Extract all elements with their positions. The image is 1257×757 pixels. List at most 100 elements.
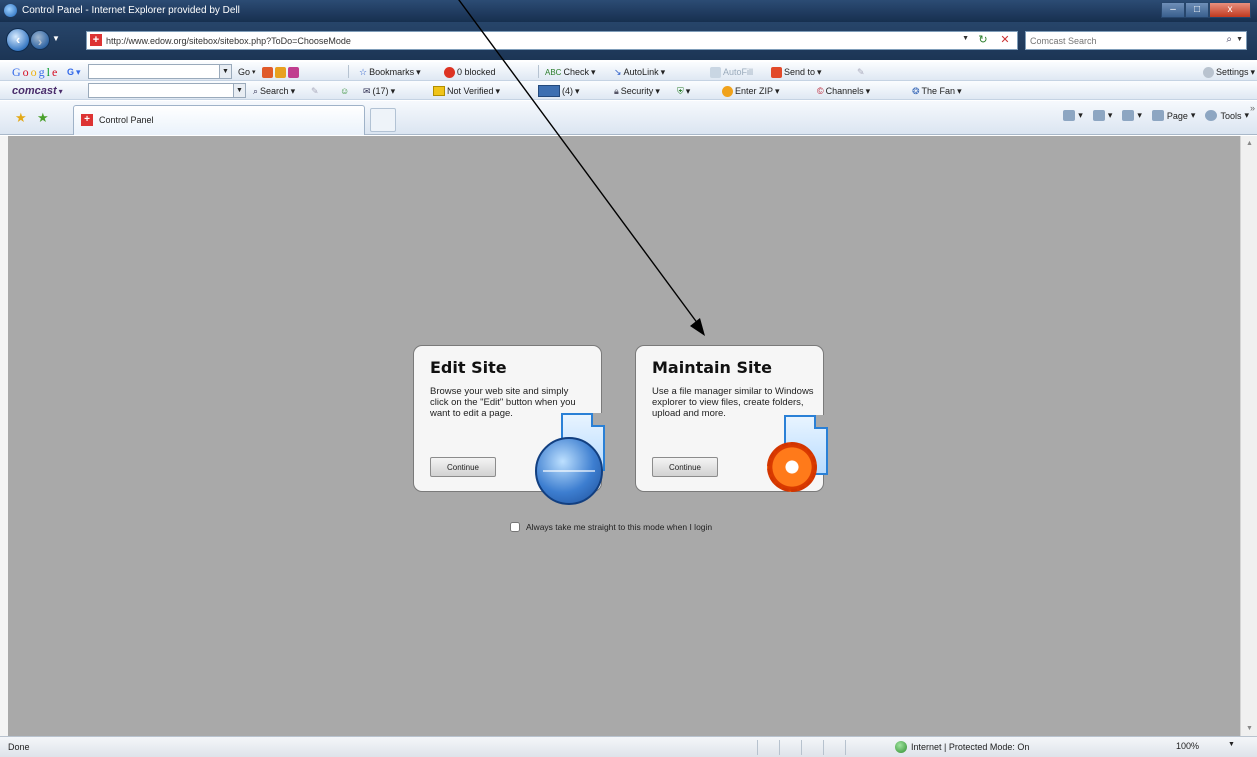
google-logo: Google xyxy=(12,64,58,79)
toolbar-overflow-icon[interactable]: » xyxy=(1250,103,1255,113)
enter-zip-button[interactable]: Enter ZIP ▾ xyxy=(722,84,780,98)
vertical-scrollbar[interactable]: ▲ ▼ xyxy=(1240,136,1257,736)
refresh-icon[interactable]: ↻ xyxy=(975,33,991,48)
pencil-icon[interactable]: ✎ xyxy=(857,65,865,79)
star-icon: ☆ xyxy=(359,66,368,77)
always-mode-checkbox-row[interactable]: Always take me straight to this mode whe… xyxy=(510,522,712,532)
stop-icon[interactable]: ✕ xyxy=(997,33,1013,48)
highlight-pen-icon[interactable]: ✎ xyxy=(311,84,319,98)
forward-arrow-icon: › xyxy=(37,34,43,49)
autolink-icon: ↘ xyxy=(614,66,622,77)
tab-favicon-icon: + xyxy=(81,114,93,126)
bookmarks-button[interactable]: ☆ Bookmarks ▾ xyxy=(359,65,421,79)
toolbar-separator xyxy=(538,65,539,78)
print-button[interactable]: ▾ xyxy=(1122,110,1142,121)
feeds-icon xyxy=(1092,110,1105,121)
settings-icon xyxy=(1203,66,1214,78)
not-verified-button[interactable]: Not Verified ▾ xyxy=(433,84,500,98)
search-input[interactable] xyxy=(1030,33,1210,48)
spell-check-button[interactable]: ABC Check ▾ xyxy=(545,65,596,79)
the-fan-button[interactable]: ❂ The Fan ▾ xyxy=(912,84,962,98)
toolbar-separator xyxy=(348,65,349,78)
google-settings-button[interactable]: Settings ▾ xyxy=(1203,65,1255,79)
favorites-star-icon[interactable]: ★ xyxy=(15,110,27,126)
status-panes xyxy=(757,740,867,755)
verification-flag-icon xyxy=(433,86,445,96)
history-dropdown-icon[interactable]: ▼ xyxy=(52,34,60,43)
status-text: Done xyxy=(8,742,30,752)
autofill-button[interactable]: AutoFill xyxy=(710,65,753,79)
gear-icon xyxy=(1205,110,1218,121)
scroll-up-icon[interactable]: ▲ xyxy=(1246,140,1253,147)
comcast-search-dropdown-icon[interactable]: ▼ xyxy=(233,84,245,97)
window-controls: – □ x xyxy=(1161,2,1251,18)
google-search-logo-button[interactable]: G ▾ xyxy=(67,65,81,79)
mail-button[interactable]: ✉ (17) ▾ xyxy=(363,84,395,98)
mail-icon: ✉ xyxy=(363,85,371,96)
zoom-dropdown-icon[interactable]: ▼ xyxy=(1228,741,1235,748)
send-icon xyxy=(771,66,782,78)
channels-button[interactable]: © Channels ▾ xyxy=(817,84,870,98)
maintain-site-title: Maintain Site xyxy=(652,358,772,377)
lock-icon: 🔒︎ xyxy=(614,85,619,96)
printer-icon xyxy=(1122,110,1135,121)
tab-control-panel[interactable]: + Control Panel xyxy=(73,105,365,135)
security-button[interactable]: 🔒︎ Security ▾ xyxy=(614,84,660,98)
status-bar: Done Internet | Protected Mode: On 100% … xyxy=(0,736,1257,757)
edit-site-description: Browse your web site and simply click on… xyxy=(430,386,576,419)
maximize-button[interactable]: □ xyxy=(1185,2,1209,18)
autofill-icon xyxy=(710,66,721,78)
minimize-button[interactable]: – xyxy=(1161,2,1185,18)
google-search-dropdown-icon[interactable]: ▼ xyxy=(219,65,231,78)
search-box: ⌕ ▼ xyxy=(1025,31,1247,50)
maintain-site-card: Maintain Site Use a file manager similar… xyxy=(635,345,828,492)
content-left-border xyxy=(0,136,8,736)
back-button[interactable]: ‹ xyxy=(6,28,30,52)
forward-button[interactable]: › xyxy=(30,30,50,50)
home-icon xyxy=(1063,110,1076,121)
highlight-icon[interactable] xyxy=(288,66,299,78)
window-title-bar[interactable]: Control Panel - Internet Explorer provid… xyxy=(0,0,1257,22)
feeds-button[interactable]: ▾ xyxy=(1092,110,1112,121)
shield-button[interactable]: ⛨ ▾ xyxy=(677,84,690,98)
magnifier-icon: ⌕ xyxy=(253,85,259,96)
page-menu-button[interactable]: Page ▾ xyxy=(1151,110,1195,121)
close-button[interactable]: x xyxy=(1209,2,1251,18)
always-mode-checkbox[interactable] xyxy=(510,522,520,532)
new-tab-button[interactable] xyxy=(370,108,396,132)
url-dropdown-icon[interactable]: ▼ xyxy=(962,35,969,42)
scroll-down-icon[interactable]: ▼ xyxy=(1246,725,1253,732)
channels-icon: © xyxy=(817,86,824,96)
google-search-input[interactable]: ▼ xyxy=(88,64,232,79)
google-buttons-icons[interactable] xyxy=(262,65,299,79)
edit-site-card: Edit Site Browse your web site and simpl… xyxy=(413,345,605,505)
inbox-button[interactable]: (4) ▾ xyxy=(538,84,580,98)
gear-icon xyxy=(767,442,817,492)
news-icon[interactable] xyxy=(275,66,286,78)
tools-menu-button[interactable]: Tools ▾ xyxy=(1205,110,1249,121)
send-to-button[interactable]: Send to ▾ xyxy=(771,65,822,79)
comcast-search-input[interactable]: ▼ xyxy=(88,83,246,98)
add-favorites-icon[interactable]: ★ xyxy=(37,110,49,126)
google-go-button[interactable]: Go ▾ xyxy=(238,65,256,79)
comcast-logo[interactable]: comcast ▾ xyxy=(12,84,63,98)
maintain-site-continue-button[interactable]: Continue xyxy=(652,457,718,477)
autolink-button[interactable]: ↘ AutoLink ▾ xyxy=(614,65,665,79)
search-icon[interactable]: ⌕ xyxy=(1226,34,1232,45)
edit-site-continue-button[interactable]: Continue xyxy=(430,457,496,477)
url-input[interactable] xyxy=(106,33,946,48)
pagerank-icon[interactable] xyxy=(262,66,273,78)
site-favicon-icon: + xyxy=(90,34,102,46)
blocked-icon xyxy=(444,66,455,78)
zoom-level[interactable]: 100% xyxy=(1176,741,1199,751)
home-button[interactable]: ▾ xyxy=(1063,110,1083,121)
contacts-icon[interactable]: ☺ xyxy=(340,84,349,98)
weather-sun-icon xyxy=(722,85,733,97)
popup-blocker-button[interactable]: 0 blocked xyxy=(444,65,496,79)
fan-icon: ❂ xyxy=(912,85,920,96)
globe-icon xyxy=(535,437,603,505)
comcast-search-button[interactable]: ⌕ Search ▾ xyxy=(253,84,295,98)
search-options-dropdown-icon[interactable]: ▼ xyxy=(1236,36,1243,43)
security-zone[interactable]: Internet | Protected Mode: On xyxy=(895,741,1029,753)
inbox-icon xyxy=(538,85,560,97)
